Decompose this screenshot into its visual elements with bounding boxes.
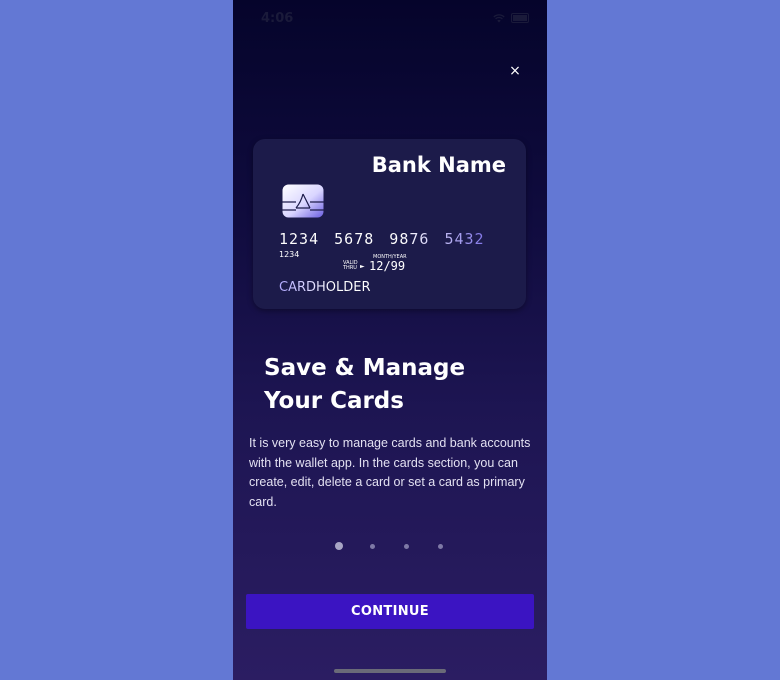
status-time: 4:06 [261, 11, 294, 26]
onboarding-title: Save & Manage Your Cards [264, 355, 466, 414]
page-dot-4[interactable] [438, 544, 443, 549]
continue-button[interactable]: CONTINUE [246, 594, 534, 629]
chip-icon [282, 184, 324, 218]
card-expiry: 12/99 [369, 259, 406, 273]
close-icon: × [509, 63, 521, 79]
bank-name: Bank Name [371, 153, 506, 177]
wifi-icon [493, 13, 505, 22]
page-indicator [233, 541, 547, 551]
page-dot-1[interactable] [335, 542, 343, 550]
onboarding-description: It is very easy to manage cards and bank… [249, 436, 531, 509]
home-indicator[interactable] [334, 669, 446, 673]
page-dot-2[interactable] [370, 544, 375, 549]
close-button[interactable]: × [505, 62, 525, 80]
card-number: 1234 5678 9876 5432 [279, 230, 485, 248]
status-bar: 4:06 [233, 0, 547, 40]
battery-icon [511, 13, 529, 23]
status-icons [493, 13, 529, 23]
bank-card: Bank Name 1234 5678 9876 5432 1234 VALID… [253, 139, 526, 309]
page-dot-3[interactable] [404, 544, 409, 549]
phone-screen: 4:06 × Bank Name 1234 5678 9876 5432 123… [233, 0, 547, 680]
cardholder-name: CARDHOLDER [279, 280, 371, 295]
arrow-right-icon: ► [360, 263, 365, 270]
card-small-number: 1234 [279, 250, 300, 259]
valid-thru-label: VALID THRU [343, 260, 358, 271]
